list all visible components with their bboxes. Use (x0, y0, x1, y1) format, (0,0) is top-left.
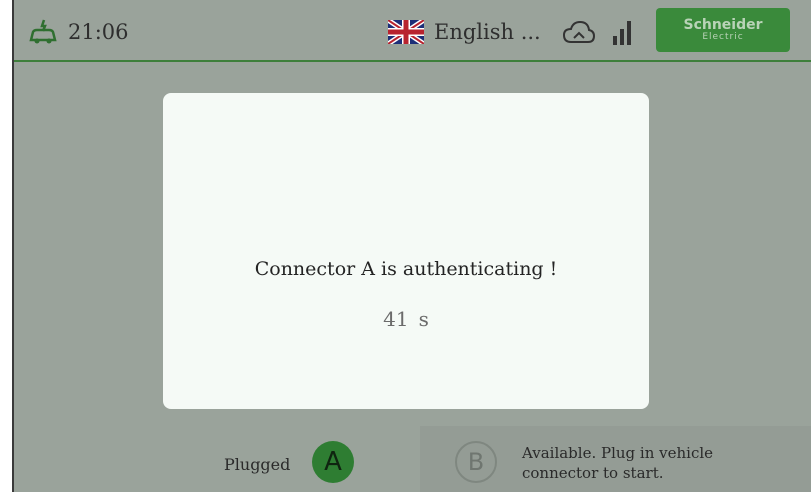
header-bar: 21:06 English ... Schneider Electric (14, 0, 811, 62)
language-selector[interactable]: English ... (388, 20, 541, 44)
device-left-border (0, 0, 14, 492)
countdown-value: 41 (383, 307, 409, 331)
connector-b-status: Available. Plug in vehicle connector to … (522, 443, 772, 483)
signal-bars-icon (613, 21, 631, 45)
countdown-unit: s (418, 307, 429, 331)
connector-b-status-line2: connector to start. (522, 464, 664, 482)
cloud-icon (562, 20, 596, 43)
authentication-dialog: Connector A is authenticating ! 41 s (163, 93, 649, 409)
uk-flag-icon (388, 20, 424, 44)
schneider-logo: Schneider Electric (656, 8, 790, 52)
countdown-timer: 41 s (163, 307, 649, 331)
clock-time: 21:06 (68, 20, 129, 44)
brand-sub: Electric (702, 32, 744, 42)
connector-b-status-line1: Available. Plug in vehicle (522, 444, 714, 462)
connector-a-button[interactable]: A (312, 441, 354, 483)
language-label: English ... (434, 20, 541, 44)
connector-b-button[interactable]: B (455, 441, 497, 483)
authentication-message: Connector A is authenticating ! (254, 258, 558, 280)
connector-a-status: Plugged (224, 455, 291, 474)
car-charging-icon (29, 19, 57, 44)
status-left: 21:06 (28, 18, 129, 46)
brand-name: Schneider (683, 17, 763, 33)
